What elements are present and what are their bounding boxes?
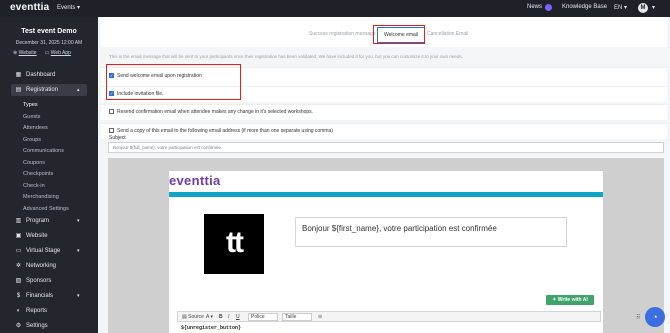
chevron-down-icon: ▾: [77, 218, 80, 224]
event-date: December 31, 2025 12:00 AM: [15, 40, 83, 46]
news-link[interactable]: News: [527, 4, 542, 10]
sidebar-item-label: Dashboard: [26, 72, 56, 78]
sidebar-subitem-merchandising[interactable]: Merchandising: [23, 194, 59, 200]
sidebar-subitem-groups[interactable]: Groups: [23, 137, 41, 143]
sidebar-subitem-advanced-settings[interactable]: Advanced Settings: [23, 206, 69, 212]
sidebar-item-label: Reports: [26, 308, 48, 314]
tab-cancellation-email[interactable]: Cancellation Email: [427, 31, 468, 37]
email-hero: tt Bonjour ${first_name}, votre particip…: [176, 198, 603, 283]
sidebar-item-networking[interactable]: ✲ Networking: [0, 260, 98, 272]
language-selector[interactable]: EN ▾: [614, 4, 627, 11]
sidebar-subitem-types[interactable]: Types: [23, 102, 38, 108]
sidebar-item-settings[interactable]: ⚙ Settings: [0, 320, 98, 332]
bold-button[interactable]: B: [219, 314, 223, 320]
sidebar-item-program[interactable]: ▥ Program ▾: [0, 215, 98, 227]
email-template: eventtia tt Bonjour ${first_name}, votre…: [169, 171, 603, 333]
sidebar-item-label: Sponsors: [26, 278, 52, 284]
event-logo-image[interactable]: tt: [204, 214, 264, 274]
email-greeting[interactable]: Bonjour ${first_name}, votre participati…: [295, 217, 567, 247]
send-copy-label: Send a copy of this email to the followi…: [117, 128, 333, 134]
subject-input[interactable]: Bonjour ${full_name}, votre participatio…: [108, 142, 664, 153]
tab-success-registration-message[interactable]: Success registration message: [309, 31, 376, 37]
drag-handle-icon[interactable]: ⠿: [636, 314, 640, 321]
sidebar-item-label: Settings: [26, 323, 48, 329]
italic-button[interactable]: I: [228, 314, 229, 320]
option-row-send-copy: Send a copy of this email to the followi…: [101, 123, 667, 139]
font-select[interactable]: Police: [248, 313, 278, 321]
sidebar-item-label: Registration: [26, 87, 59, 93]
news-indicator-icon: [545, 4, 552, 11]
main-content: Success registration message Welcome ema…: [98, 17, 670, 333]
sidebar-item-label: Website: [26, 233, 48, 239]
events-menu[interactable]: Events ▾: [57, 4, 80, 11]
networking-icon: ✲: [15, 262, 22, 269]
sidebar-item-label: Networking: [26, 263, 57, 269]
sidebar-item-financials[interactable]: $ Financials ▾: [0, 290, 98, 302]
avatar-menu-caret-icon[interactable]: ▾: [652, 4, 655, 11]
chevron-down-icon: ▾: [77, 248, 80, 254]
sponsors-icon: ▨: [15, 277, 22, 284]
source-button[interactable]: ▤ Source: [182, 314, 204, 320]
highlight-box: [106, 64, 241, 100]
size-select[interactable]: Taille: [282, 313, 312, 321]
sidebar-item-virtual-stage[interactable]: ▭ Virtual Stage ▾: [0, 245, 98, 257]
sidebar-subitem-coupons[interactable]: Coupons: [23, 160, 45, 166]
resend-checkbox[interactable]: [109, 109, 114, 114]
sidebar: Test event Demo December 31, 2025 12:00 …: [0, 17, 98, 333]
resend-label: Resend confirmation email when attendee …: [117, 109, 314, 115]
sidebar-subitem-attendees[interactable]: Attendees: [23, 125, 48, 131]
dashboard-icon: ▦: [15, 71, 22, 78]
event-title: Test event Demo: [21, 28, 77, 35]
subject-label: Subject: [109, 135, 126, 141]
sidebar-subitem-check-in[interactable]: Check-in: [23, 183, 45, 189]
email-tabs-card: Success registration message Welcome ema…: [101, 17, 667, 47]
sidebar-item-dashboard[interactable]: ▦ Dashboard: [0, 69, 98, 81]
sidebar-subitem-checkpoints[interactable]: Checkpoints: [23, 171, 53, 177]
chat-support-icon[interactable]: ◔: [645, 307, 665, 327]
website-link[interactable]: ⊕ Website: [13, 50, 37, 56]
highlight-box: [373, 25, 425, 44]
knowledge-base-link[interactable]: Knowledge Base: [562, 4, 607, 10]
email-preview: eventtia tt Bonjour ${first_name}, votre…: [108, 158, 664, 333]
sidebar-item-sponsors[interactable]: ▨ Sponsors: [0, 275, 98, 287]
webapp-link[interactable]: ▭ Web App: [45, 50, 71, 56]
eventtia-logo[interactable]: eventtia: [10, 2, 49, 13]
sidebar-item-website[interactable]: ▣ Website: [0, 230, 98, 242]
chevron-up-icon: ▴: [77, 87, 80, 93]
chevron-down-icon: ▾: [77, 293, 80, 299]
option-row-resend: Resend confirmation email when attendee …: [101, 104, 667, 120]
font-color-button[interactable]: A ▾: [206, 314, 213, 320]
email-header-bar: [169, 192, 603, 197]
send-copy-checkbox[interactable]: [109, 128, 114, 133]
write-with-ai-button[interactable]: ✦ Write with AI: [546, 295, 594, 305]
sidebar-subitem-communications[interactable]: Communications: [23, 148, 64, 154]
sidebar-item-label: Financials: [26, 293, 54, 299]
avatar[interactable]: M: [638, 3, 648, 13]
sidebar-subitem-guests[interactable]: Guests: [23, 114, 40, 120]
event-links: ⊕ Website ▭ Web App: [13, 50, 71, 56]
sidebar-item-label: Virtual Stage: [26, 248, 61, 254]
underline-button[interactable]: U: [236, 314, 240, 320]
website-icon: ▣: [15, 232, 22, 239]
virtual-stage-icon: ▭: [15, 247, 22, 254]
sidebar-item-label: Program: [26, 218, 50, 224]
editor-toolbar: ▤ Source A ▾ B I U Police Taille ⊝: [177, 311, 601, 322]
link-icon[interactable]: ⊝: [318, 314, 322, 320]
editor-content[interactable]: ${unregister_button}: [181, 325, 241, 331]
email-logo: eventtia: [169, 173, 221, 188]
sidebar-item-registration[interactable]: ▤ Registration ▴: [11, 84, 87, 96]
registration-icon: ▤: [15, 86, 22, 93]
reports-icon: ◐: [16, 307, 21, 314]
welcome-email-description: This is the email message that will be s…: [109, 54, 463, 59]
gear-icon: ⚙: [15, 322, 22, 329]
program-icon: ▥: [15, 217, 22, 224]
dollar-icon: $: [16, 292, 21, 299]
sidebar-item-reports[interactable]: ◐ Reports: [0, 305, 98, 317]
top-bar: eventtia Events ▾ News Knowledge Base EN…: [0, 0, 670, 17]
